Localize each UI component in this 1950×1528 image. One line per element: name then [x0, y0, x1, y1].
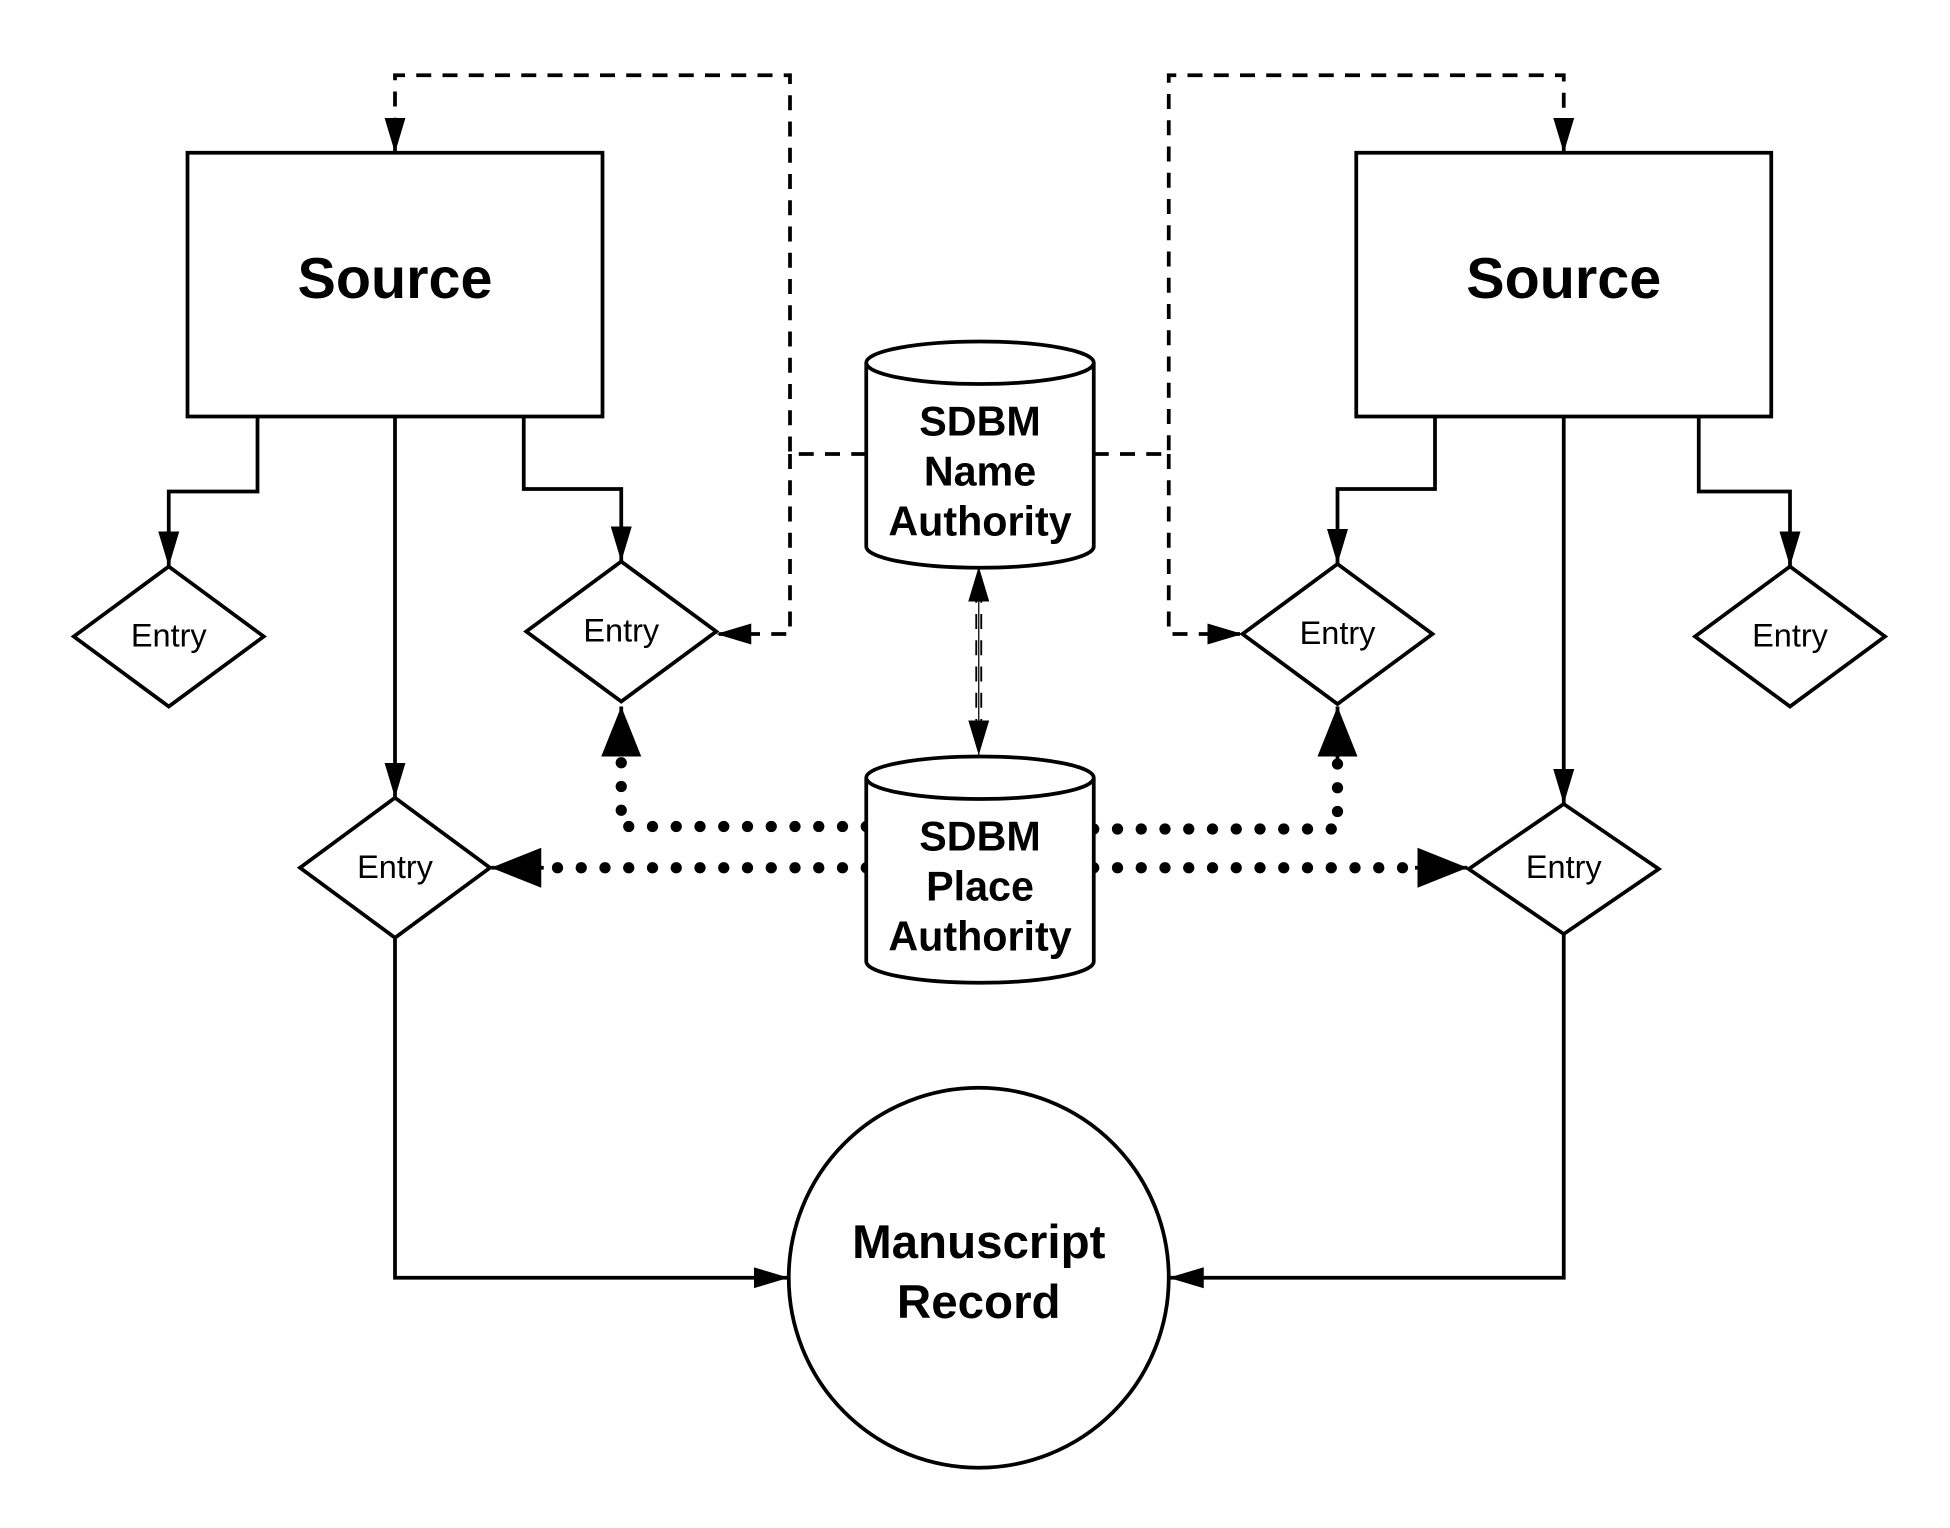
edge-source-right-entry-4	[1327, 416, 1437, 564]
entry-5[interactable]: Entry	[1691, 564, 1889, 709]
edge-name-authority-entry-2	[716, 454, 792, 645]
edge-place-authority-entry-4	[1088, 744, 1344, 835]
edge-source-left-entry-2	[521, 416, 632, 562]
edge-entry-6-manuscript	[1168, 932, 1566, 1289]
svg-text:Record: Record	[897, 1276, 1061, 1329]
svg-text:SDBM: SDBM	[919, 398, 1040, 444]
source-left-label: Source	[298, 247, 493, 311]
edge-place-authority-entry-2	[615, 744, 872, 833]
edge-name-place-authority	[968, 566, 990, 756]
source-left[interactable]: Source	[185, 150, 605, 419]
sdbm-name-authority[interactable]: SDBM Name Authority	[864, 339, 1096, 570]
svg-text:Place: Place	[926, 863, 1034, 909]
svg-text:Entry: Entry	[131, 618, 208, 654]
edge-name-authority-entry-4	[1166, 454, 1243, 645]
edge-source-left-entry-1	[158, 416, 260, 567]
entry-1[interactable]: Entry	[70, 564, 267, 709]
svg-text:Entry: Entry	[1752, 618, 1829, 654]
entry-6[interactable]: Entry	[1465, 801, 1663, 937]
svg-text:Entry: Entry	[583, 613, 660, 649]
svg-text:Entry: Entry	[1526, 849, 1603, 885]
diagram: Source Source Entry Entry Entry Entry En…	[70, 73, 1889, 1470]
svg-text:Authority: Authority	[888, 913, 1071, 959]
svg-text:Entry: Entry	[357, 849, 434, 885]
source-right-label: Source	[1466, 247, 1661, 311]
edge-source-right-entry-5	[1696, 416, 1801, 567]
sdbm-place-authority[interactable]: SDBM Place Authority	[864, 754, 1096, 985]
entry-2[interactable]: Entry	[523, 559, 720, 704]
svg-text:Name: Name	[924, 448, 1036, 494]
source-right[interactable]: Source	[1354, 150, 1774, 419]
entry-3[interactable]: Entry	[296, 795, 494, 941]
svg-text:Manuscript: Manuscript	[852, 1216, 1106, 1269]
svg-text:SDBM: SDBM	[919, 813, 1040, 859]
edge-entry-3-manuscript	[393, 939, 789, 1289]
svg-text:Entry: Entry	[1300, 615, 1377, 651]
manuscript-record[interactable]: Manuscript Record	[786, 1085, 1171, 1470]
entry-4[interactable]: Entry	[1239, 561, 1436, 707]
svg-text:Authority: Authority	[888, 498, 1071, 544]
